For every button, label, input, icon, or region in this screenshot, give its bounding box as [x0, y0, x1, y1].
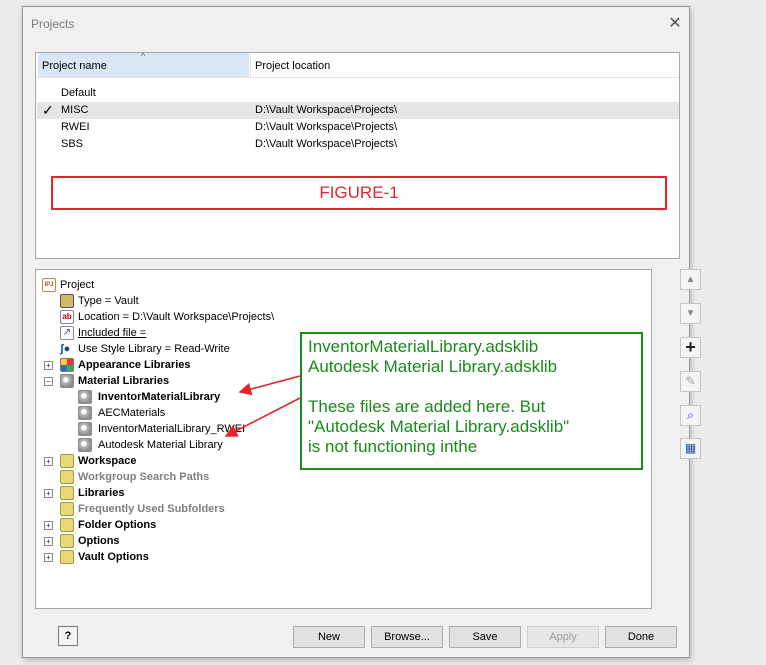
appearance-sphere-icon	[60, 358, 74, 372]
annotation-line	[308, 377, 635, 397]
tree-label: Use Style Library = Read-Write	[78, 343, 230, 355]
folder-icon	[60, 470, 74, 484]
tree-label: Material Libraries	[78, 375, 170, 387]
tree-label: InventorMaterialLibrary_RWEI	[98, 423, 246, 435]
expand-plus-icon[interactable]: +	[44, 537, 53, 546]
project-list-header: Project name ^ Project location	[36, 51, 679, 78]
tree-label: Location = D:\Vault Workspace\Projects\	[78, 311, 275, 323]
material-library-icon	[78, 406, 92, 420]
column-header-project-location-label: Project location	[255, 60, 331, 72]
column-header-project-name[interactable]: Project name ^	[38, 51, 249, 77]
folder-icon	[60, 518, 74, 532]
tree-label: Appearance Libraries	[78, 359, 191, 371]
project-row-misc[interactable]: ✓ MISC D:\Vault Workspace\Projects\	[37, 102, 679, 119]
project-file-icon: IPJ	[42, 278, 56, 292]
annotation-line: Autodesk Material Library.adsklib	[308, 357, 558, 376]
add-path-button[interactable]: +	[680, 337, 701, 358]
tree-label: Folder Options	[78, 519, 157, 531]
tree-label: Type = Vault	[78, 295, 139, 307]
annotation-line: "Autodesk Material Library.adsklib"	[308, 417, 570, 436]
link-file-icon: ↗	[60, 326, 74, 340]
tree-label: Libraries	[78, 487, 125, 499]
active-check-icon: ✓	[42, 102, 54, 118]
project-name: Default	[61, 87, 96, 99]
apply-button[interactable]: Apply	[527, 626, 599, 648]
tree-label: Project	[60, 279, 95, 291]
project-row-sbs[interactable]: SBS D:\Vault Workspace\Projects\	[37, 136, 679, 153]
text-field-icon: ab	[60, 310, 74, 324]
annotation-line: InventorMaterialLibrary.adsklib	[308, 337, 539, 356]
help-button[interactable]: ?	[58, 626, 78, 646]
project-name: RWEI	[61, 121, 90, 133]
project-list[interactable]: Project name ^ Project location Default …	[35, 51, 680, 259]
project-row-default[interactable]: Default	[37, 85, 679, 102]
material-library-icon	[78, 390, 92, 404]
column-header-project-location[interactable]: Project location	[250, 53, 679, 77]
column-header-project-name-label: Project name	[42, 60, 107, 72]
tree-label: InventorMaterialLibrary	[98, 391, 221, 403]
folder-icon	[60, 550, 74, 564]
annotation-box: InventorMaterialLibrary.adsklib Autodesk…	[300, 332, 643, 470]
folder-icon	[60, 534, 74, 548]
expand-plus-icon[interactable]: +	[44, 457, 53, 466]
tree-label: Autodesk Material Library	[98, 439, 223, 451]
style-library-icon: ʃ●	[60, 343, 71, 355]
expand-plus-icon[interactable]: +	[44, 521, 53, 530]
move-up-button[interactable]: ▲	[680, 269, 701, 290]
done-button[interactable]: Done	[605, 626, 677, 648]
tree-label: Frequently Used Subfolders	[78, 503, 225, 515]
expand-plus-icon[interactable]: +	[44, 489, 53, 498]
material-library-icon	[78, 438, 92, 452]
expand-plus-icon[interactable]: +	[44, 553, 53, 562]
annotation-line: is not functioning inthe	[308, 437, 478, 456]
browse-button[interactable]: Browse...	[371, 626, 443, 648]
new-button[interactable]: New	[293, 626, 365, 648]
annotation-line: These files are added here. But	[308, 397, 546, 416]
folder-icon	[60, 486, 74, 500]
folder-icon	[60, 454, 74, 468]
sort-ascending-icon: ^	[141, 51, 146, 61]
tree-label: Included file =	[78, 327, 147, 339]
material-library-icon	[78, 422, 92, 436]
collapse-minus-icon[interactable]: −	[44, 377, 53, 386]
project-location: D:\Vault Workspace\Projects\	[255, 104, 398, 116]
tree-label: Options	[78, 535, 120, 547]
material-sphere-icon	[60, 374, 74, 388]
project-row-rwei[interactable]: RWEI D:\Vault Workspace\Projects\	[37, 119, 679, 136]
tree-label: Vault Options	[78, 551, 149, 563]
save-button[interactable]: Save	[449, 626, 521, 648]
window-title: Projects	[31, 17, 75, 31]
tree-label: AECMaterials	[98, 407, 166, 419]
tree-label: Workgroup Search Paths	[78, 471, 210, 483]
project-location: D:\Vault Workspace\Projects\	[255, 138, 398, 150]
close-icon[interactable]: ✕	[666, 15, 684, 33]
figure-label: FIGURE-1	[51, 176, 667, 210]
edit-pencil-icon[interactable]: ✎	[680, 371, 701, 392]
project-location: D:\Vault Workspace\Projects\	[255, 121, 398, 133]
project-name: SBS	[61, 138, 84, 150]
find-icon[interactable]: ⌕	[680, 405, 701, 426]
folder-icon	[60, 502, 74, 516]
edit-settings-icon[interactable]: ▦	[680, 438, 701, 459]
project-name: MISC	[61, 104, 89, 116]
expand-plus-icon[interactable]: +	[44, 361, 53, 370]
tree-label: Workspace	[78, 455, 137, 467]
vault-icon	[60, 294, 74, 308]
move-down-button[interactable]: ▼	[680, 303, 701, 324]
